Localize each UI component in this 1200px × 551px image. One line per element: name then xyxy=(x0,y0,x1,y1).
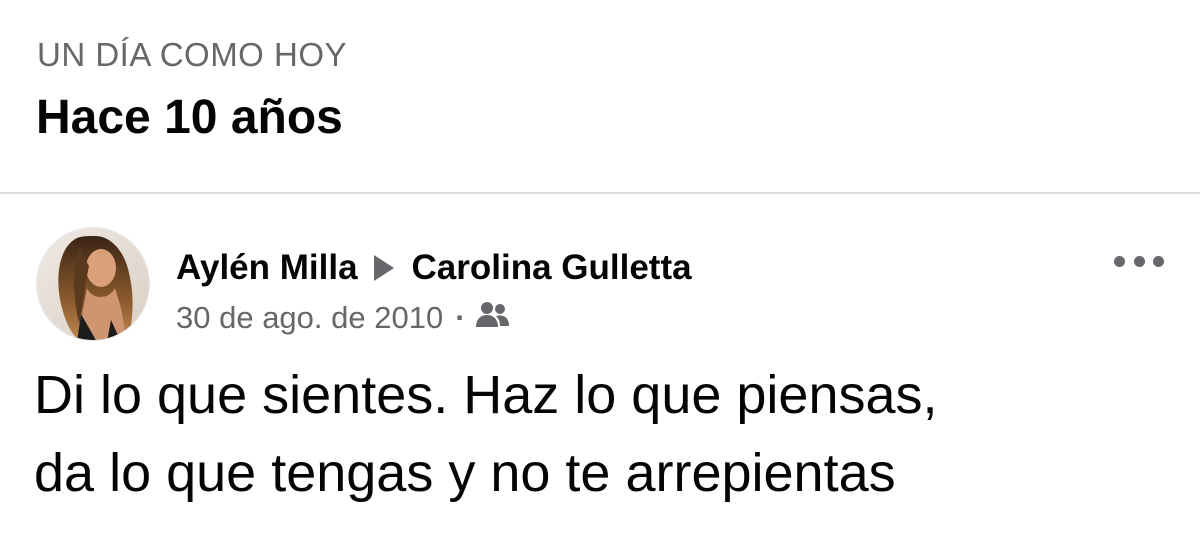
meta-separator: · xyxy=(455,300,466,335)
more-dot xyxy=(1114,255,1125,267)
author-name[interactable]: Aylén Milla xyxy=(176,248,358,288)
post-author-line: Aylén Milla Carolina Gulletta xyxy=(176,248,692,288)
arrow-right-icon xyxy=(373,255,394,281)
friends-icon xyxy=(475,300,510,336)
recipient-name[interactable]: Carolina Gulletta xyxy=(412,248,692,288)
more-dot xyxy=(1133,255,1145,267)
memory-title: Hace 10 años xyxy=(36,91,343,144)
more-options-icon[interactable] xyxy=(1114,249,1164,273)
memory-header: UN DÍA COMO HOY Hace 10 años xyxy=(0,0,1200,192)
avatar[interactable] xyxy=(36,227,150,341)
more-dot xyxy=(1153,255,1164,267)
post-meta: 30 de ago. de 2010 · xyxy=(176,300,510,336)
memories-page: UN DÍA COMO HOY Hace 10 años Aylén Milla… xyxy=(0,0,1200,551)
post-text-line: da lo que tengas y no te arrepientas xyxy=(34,443,896,503)
memory-kicker: UN DÍA COMO HOY xyxy=(37,36,348,73)
post-text: Di lo que sientes. Haz lo que piensas, d… xyxy=(34,356,1174,512)
post-date[interactable]: 30 de ago. de 2010 xyxy=(176,300,443,336)
post-text-line: Di lo que sientes. Haz lo que piensas, xyxy=(34,365,938,425)
avatar-photo xyxy=(37,228,149,340)
post-card: Aylén Milla Carolina Gulletta 30 de ago.… xyxy=(0,194,1200,551)
